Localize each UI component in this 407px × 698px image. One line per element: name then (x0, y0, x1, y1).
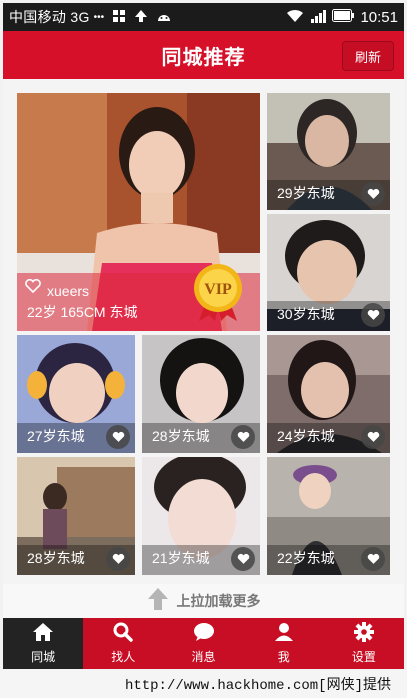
nav-tab-messages[interactable]: 消息 (163, 618, 243, 669)
svg-text:VIP: VIP (204, 281, 232, 298)
profile-username: xueers (47, 283, 90, 299)
nav-label: 消息 (191, 650, 216, 664)
nav-label: 我 (277, 650, 290, 664)
featured-profile-card[interactable]: xueers 22岁 165CM 东城 VIP (17, 93, 260, 331)
nav-label: 设置 (351, 650, 376, 664)
android-icon (156, 9, 172, 26)
home-icon (32, 622, 54, 645)
profile-age-location: 28岁东城 (27, 550, 85, 566)
signal-icon (310, 9, 327, 26)
search-icon (112, 622, 134, 645)
usb-icon (112, 9, 126, 26)
profile-age-location: 24岁东城 (277, 428, 335, 444)
battery-icon (332, 9, 355, 25)
watermark-footer: http://www.hackhome.com[网侠]提供 (0, 670, 407, 698)
profile-age-location: 21岁东城 (152, 550, 210, 566)
clock: 10:51 (360, 8, 398, 26)
profile-card[interactable]: 30岁东城 (267, 214, 390, 331)
favorite-heart-icon[interactable] (361, 425, 385, 449)
favorite-heart-icon[interactable] (106, 547, 130, 571)
nav-label: 同城 (31, 650, 56, 664)
wifi-icon (286, 9, 304, 26)
profile-grid: xueers 22岁 165CM 东城 VIP 29岁东城 30岁东城 27岁东… (3, 79, 404, 584)
nav-tab-find[interactable]: 找人 (83, 618, 163, 669)
profile-age-location: 29岁东城 (277, 185, 335, 201)
upload-icon (134, 9, 148, 26)
watermark-text: http://www.hackhome.com[网侠]提供 (124, 678, 391, 694)
load-more-hint[interactable]: 上拉加载更多 (3, 584, 404, 618)
profile-card[interactable]: 28岁东城 (17, 457, 135, 575)
chat-icon (193, 622, 215, 645)
favorite-heart-icon[interactable] (361, 303, 385, 327)
profile-details: 22岁 165CM 东城 (27, 304, 138, 320)
page-title: 同城推荐 (161, 46, 246, 69)
favorite-heart-icon[interactable] (361, 547, 385, 571)
heart-outline-icon[interactable] (25, 278, 41, 298)
profile-card[interactable]: 22岁东城 (267, 457, 390, 575)
favorite-heart-icon[interactable] (231, 425, 255, 449)
profile-age-location: 28岁东城 (152, 428, 210, 444)
app-screen: 中国移动 3G ••• 10:51 同城推荐 刷新 xueers 22岁 165… (3, 3, 404, 669)
profile-age-location: 30岁东城 (277, 306, 335, 322)
refresh-button[interactable]: 刷新 (342, 41, 394, 71)
profile-card[interactable]: 28岁东城 (142, 335, 260, 453)
profile-card[interactable]: 21岁东城 (142, 457, 260, 575)
nav-tab-nearby[interactable]: 同城 (3, 618, 84, 669)
nav-tab-me[interactable]: 我 (244, 618, 324, 669)
profile-card[interactable]: 27岁东城 (17, 335, 135, 453)
favorite-heart-icon[interactable] (361, 182, 385, 206)
favorite-heart-icon[interactable] (231, 547, 255, 571)
status-dots: ••• (93, 11, 105, 23)
gear-icon (353, 622, 375, 645)
profile-card[interactable]: 29岁东城 (267, 93, 390, 210)
profile-age-location: 27岁东城 (27, 428, 85, 444)
bottom-nav: 同城 找人 消息 我 设置 (3, 618, 404, 669)
arrow-up-icon (147, 587, 169, 616)
app-header: 同城推荐 刷新 (3, 31, 404, 79)
vip-badge-icon: VIP (194, 264, 242, 321)
person-icon (273, 622, 295, 645)
nav-tab-settings[interactable]: 设置 (324, 618, 404, 669)
favorite-heart-icon[interactable] (106, 425, 130, 449)
status-bar: 中国移动 3G ••• 10:51 (3, 3, 404, 31)
profile-card[interactable]: 24岁东城 (267, 335, 390, 453)
load-more-text: 上拉加载更多 (176, 593, 261, 609)
carrier-name: 中国移动 3G (9, 9, 90, 25)
nav-label: 找人 (111, 650, 136, 664)
status-right: 10:51 (286, 9, 398, 26)
profile-age-location: 22岁东城 (277, 550, 335, 566)
